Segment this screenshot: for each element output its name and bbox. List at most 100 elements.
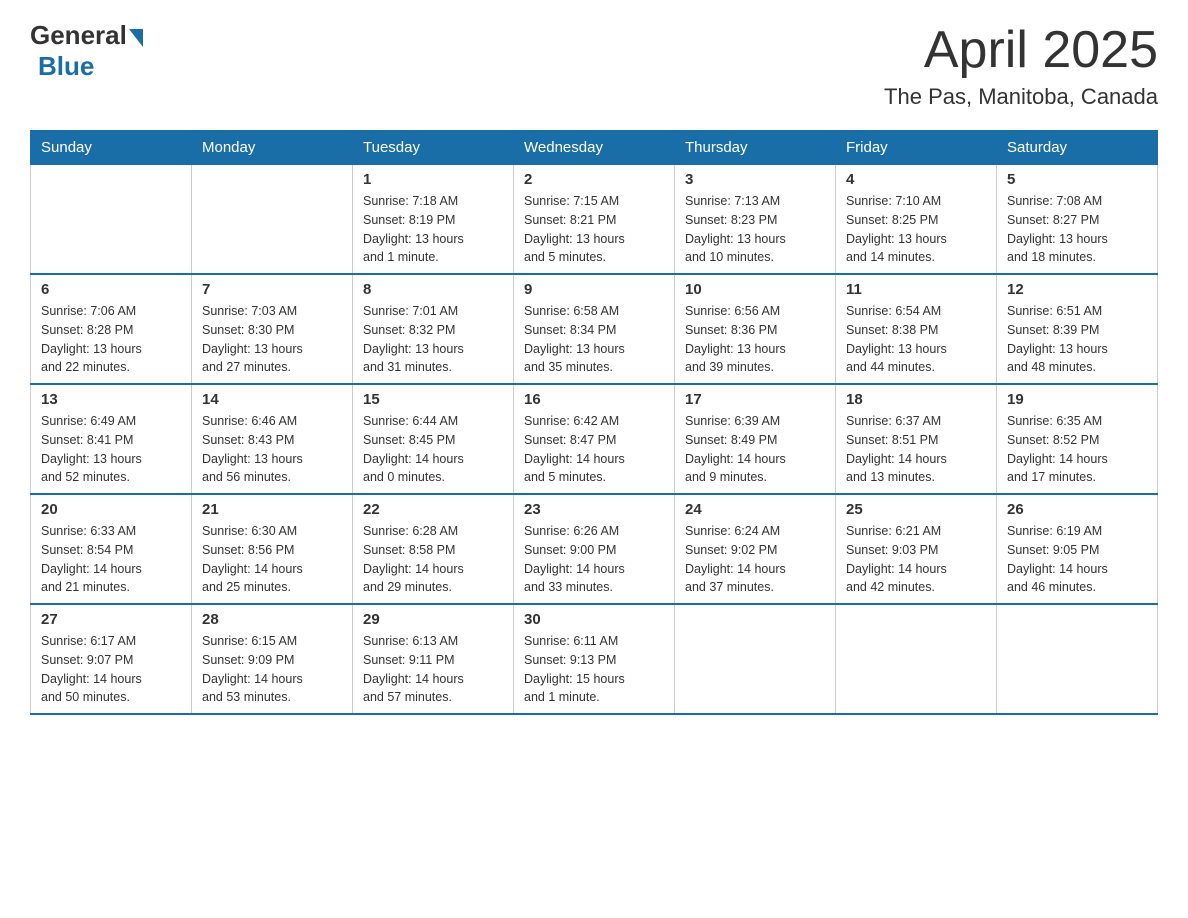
logo-arrow-icon	[129, 29, 143, 47]
weekday-header: Tuesday	[353, 131, 514, 165]
calendar-cell	[836, 604, 997, 714]
calendar-cell: 26 Sunrise: 6:19 AM Sunset: 9:05 PM Dayli…	[997, 494, 1158, 604]
weekday-header: Monday	[192, 131, 353, 165]
day-info: Sunrise: 6:15 AM Sunset: 9:09 PM Dayligh…	[202, 632, 342, 707]
day-number: 10	[685, 281, 825, 298]
calendar-cell	[31, 165, 192, 275]
weekday-header: Sunday	[31, 131, 192, 165]
day-number: 5	[1007, 171, 1147, 188]
calendar-cell: 14 Sunrise: 6:46 AM Sunset: 8:43 PM Dayli…	[192, 384, 353, 494]
day-number: 20	[41, 501, 181, 518]
calendar-cell: 3 Sunrise: 7:13 AM Sunset: 8:23 PM Daylig…	[675, 165, 836, 275]
day-number: 22	[363, 501, 503, 518]
day-info: Sunrise: 6:17 AM Sunset: 9:07 PM Dayligh…	[41, 632, 181, 707]
day-info: Sunrise: 6:33 AM Sunset: 8:54 PM Dayligh…	[41, 522, 181, 597]
calendar-cell	[675, 604, 836, 714]
calendar-cell: 9 Sunrise: 6:58 AM Sunset: 8:34 PM Daylig…	[514, 274, 675, 384]
day-number: 13	[41, 391, 181, 408]
calendar-cell: 16 Sunrise: 6:42 AM Sunset: 8:47 PM Dayli…	[514, 384, 675, 494]
day-info: Sunrise: 7:08 AM Sunset: 8:27 PM Dayligh…	[1007, 192, 1147, 267]
day-number: 3	[685, 171, 825, 188]
day-info: Sunrise: 6:13 AM Sunset: 9:11 PM Dayligh…	[363, 632, 503, 707]
day-info: Sunrise: 6:11 AM Sunset: 9:13 PM Dayligh…	[524, 632, 664, 707]
day-info: Sunrise: 7:18 AM Sunset: 8:19 PM Dayligh…	[363, 192, 503, 267]
day-number: 27	[41, 611, 181, 628]
calendar-cell: 18Sunrise: 6:37 AM Sunset: 8:51 PM Dayli…	[836, 384, 997, 494]
day-number: 18	[846, 391, 986, 408]
calendar-cell: 11Sunrise: 6:54 AM Sunset: 8:38 PM Dayli…	[836, 274, 997, 384]
day-info: Sunrise: 6:46 AM Sunset: 8:43 PM Dayligh…	[202, 412, 342, 487]
day-number: 7	[202, 281, 342, 298]
calendar-cell: 28 Sunrise: 6:15 AM Sunset: 9:09 PM Dayli…	[192, 604, 353, 714]
day-info: Sunrise: 6:39 AM Sunset: 8:49 PM Dayligh…	[685, 412, 825, 487]
calendar-cell	[192, 165, 353, 275]
day-number: 2	[524, 171, 664, 188]
day-info: Sunrise: 6:44 AM Sunset: 8:45 PM Dayligh…	[363, 412, 503, 487]
calendar-cell: 4Sunrise: 7:10 AM Sunset: 8:25 PM Daylig…	[836, 165, 997, 275]
calendar-cell: 24Sunrise: 6:24 AM Sunset: 9:02 PM Dayli…	[675, 494, 836, 604]
day-number: 14	[202, 391, 342, 408]
calendar-cell: 19 Sunrise: 6:35 AM Sunset: 8:52 PM Dayli…	[997, 384, 1158, 494]
day-number: 9	[524, 281, 664, 298]
day-info: Sunrise: 6:28 AM Sunset: 8:58 PM Dayligh…	[363, 522, 503, 597]
calendar-cell: 1 Sunrise: 7:18 AM Sunset: 8:19 PM Daylig…	[353, 165, 514, 275]
day-info: Sunrise: 6:30 AM Sunset: 8:56 PM Dayligh…	[202, 522, 342, 597]
location-title: The Pas, Manitoba, Canada	[884, 84, 1158, 110]
day-info: Sunrise: 6:21 AM Sunset: 9:03 PM Dayligh…	[846, 522, 986, 597]
day-number: 15	[363, 391, 503, 408]
day-info: Sunrise: 7:03 AM Sunset: 8:30 PM Dayligh…	[202, 302, 342, 377]
calendar-cell: 8 Sunrise: 7:01 AM Sunset: 8:32 PM Daylig…	[353, 274, 514, 384]
calendar-week-row: 27 Sunrise: 6:17 AM Sunset: 9:07 PM Dayli…	[31, 604, 1158, 714]
logo-blue-text: Blue	[38, 51, 94, 81]
calendar-cell	[997, 604, 1158, 714]
day-number: 25	[846, 501, 986, 518]
day-info: Sunrise: 6:58 AM Sunset: 8:34 PM Dayligh…	[524, 302, 664, 377]
calendar-week-row: 1 Sunrise: 7:18 AM Sunset: 8:19 PM Daylig…	[31, 165, 1158, 275]
logo: General Blue	[30, 20, 143, 82]
calendar-cell: 5 Sunrise: 7:08 AM Sunset: 8:27 PM Daylig…	[997, 165, 1158, 275]
calendar-cell: 29Sunrise: 6:13 AM Sunset: 9:11 PM Dayli…	[353, 604, 514, 714]
day-info: Sunrise: 6:42 AM Sunset: 8:47 PM Dayligh…	[524, 412, 664, 487]
day-info: Sunrise: 6:19 AM Sunset: 9:05 PM Dayligh…	[1007, 522, 1147, 597]
day-number: 30	[524, 611, 664, 628]
day-number: 26	[1007, 501, 1147, 518]
day-number: 16	[524, 391, 664, 408]
calendar-cell: 17 Sunrise: 6:39 AM Sunset: 8:49 PM Dayli…	[675, 384, 836, 494]
day-number: 6	[41, 281, 181, 298]
day-info: Sunrise: 6:35 AM Sunset: 8:52 PM Dayligh…	[1007, 412, 1147, 487]
calendar-cell: 23 Sunrise: 6:26 AM Sunset: 9:00 PM Dayli…	[514, 494, 675, 604]
day-number: 8	[363, 281, 503, 298]
weekday-header: Wednesday	[514, 131, 675, 165]
day-info: Sunrise: 7:06 AM Sunset: 8:28 PM Dayligh…	[41, 302, 181, 377]
calendar-cell: 21 Sunrise: 6:30 AM Sunset: 8:56 PM Dayli…	[192, 494, 353, 604]
calendar-week-row: 13Sunrise: 6:49 AM Sunset: 8:41 PM Dayli…	[31, 384, 1158, 494]
day-info: Sunrise: 7:01 AM Sunset: 8:32 PM Dayligh…	[363, 302, 503, 377]
calendar-cell: 13Sunrise: 6:49 AM Sunset: 8:41 PM Dayli…	[31, 384, 192, 494]
day-info: Sunrise: 6:51 AM Sunset: 8:39 PM Dayligh…	[1007, 302, 1147, 377]
calendar-week-row: 6 Sunrise: 7:06 AM Sunset: 8:28 PM Daylig…	[31, 274, 1158, 384]
day-info: Sunrise: 6:24 AM Sunset: 9:02 PM Dayligh…	[685, 522, 825, 597]
day-info: Sunrise: 6:54 AM Sunset: 8:38 PM Dayligh…	[846, 302, 986, 377]
day-number: 28	[202, 611, 342, 628]
calendar-cell: 2Sunrise: 7:15 AM Sunset: 8:21 PM Daylig…	[514, 165, 675, 275]
weekday-header: Thursday	[675, 131, 836, 165]
day-number: 17	[685, 391, 825, 408]
calendar-cell: 25 Sunrise: 6:21 AM Sunset: 9:03 PM Dayli…	[836, 494, 997, 604]
day-number: 1	[363, 171, 503, 188]
logo-general-text: General	[30, 20, 127, 51]
day-info: Sunrise: 6:26 AM Sunset: 9:00 PM Dayligh…	[524, 522, 664, 597]
calendar-cell: 22 Sunrise: 6:28 AM Sunset: 8:58 PM Dayli…	[353, 494, 514, 604]
day-number: 12	[1007, 281, 1147, 298]
calendar-cell: 30 Sunrise: 6:11 AM Sunset: 9:13 PM Dayli…	[514, 604, 675, 714]
title-section: April 2025 The Pas, Manitoba, Canada	[884, 20, 1158, 110]
day-number: 23	[524, 501, 664, 518]
day-number: 21	[202, 501, 342, 518]
day-number: 19	[1007, 391, 1147, 408]
calendar-header-row: SundayMondayTuesdayWednesdayThursdayFrid…	[31, 131, 1158, 165]
calendar-table: SundayMondayTuesdayWednesdayThursdayFrid…	[30, 130, 1158, 715]
calendar-cell: 12 Sunrise: 6:51 AM Sunset: 8:39 PM Dayli…	[997, 274, 1158, 384]
month-title: April 2025	[884, 20, 1158, 80]
calendar-cell: 7 Sunrise: 7:03 AM Sunset: 8:30 PM Daylig…	[192, 274, 353, 384]
weekday-header: Friday	[836, 131, 997, 165]
day-info: Sunrise: 7:13 AM Sunset: 8:23 PM Dayligh…	[685, 192, 825, 267]
